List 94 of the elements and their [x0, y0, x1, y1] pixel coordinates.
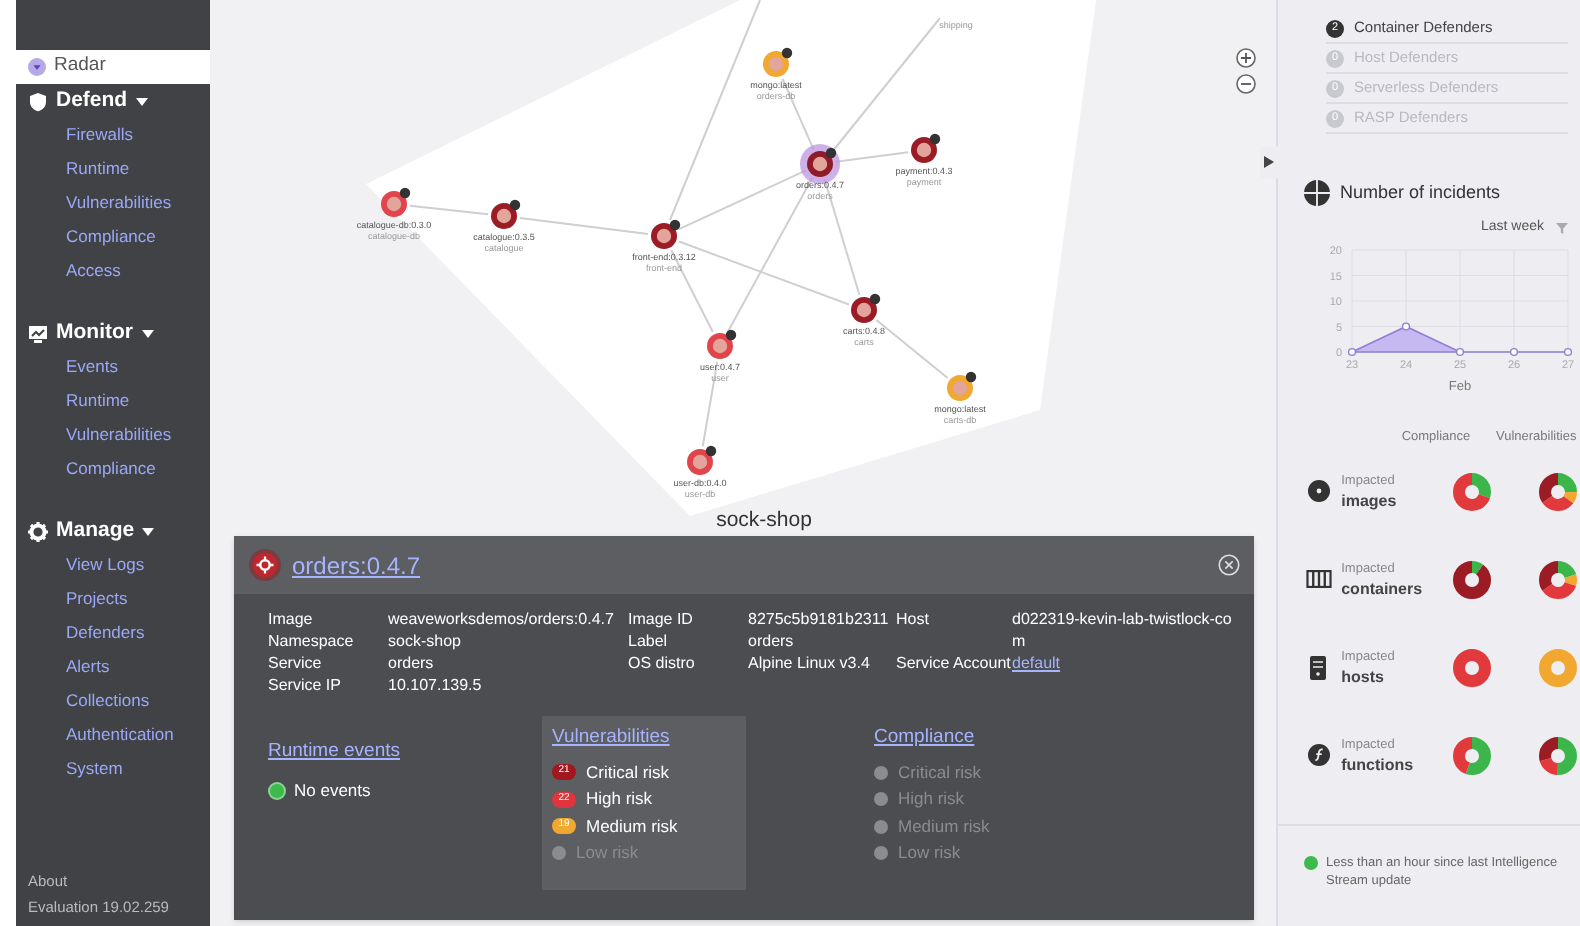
field-value: weaveworksdemos/orders:0.4.7: [388, 608, 616, 630]
row-label: containers: [1341, 579, 1425, 600]
service-node[interactable]: [851, 293, 881, 323]
nav-link[interactable]: Access: [16, 254, 210, 288]
service-node[interactable]: [947, 371, 977, 401]
nav-link[interactable]: View Logs: [16, 548, 210, 582]
service-node[interactable]: [381, 187, 411, 217]
nav-link[interactable]: Events: [16, 350, 210, 384]
connector-line: [518, 217, 650, 235]
field-value: Alpine Linux v3.4: [748, 652, 872, 674]
section-link[interactable]: Runtime events: [268, 740, 401, 762]
nav-link[interactable]: Vulnerabilities: [16, 418, 210, 452]
risk-item: Medium risk: [874, 812, 990, 840]
connector-line: [408, 204, 490, 216]
nav-section-header[interactable]: Manage: [16, 514, 210, 548]
nav-link[interactable]: Projects: [16, 582, 210, 616]
service-node[interactable]: [491, 199, 521, 229]
zoom-out-icon[interactable]: [1236, 74, 1256, 94]
data-point: [1401, 322, 1411, 331]
risk-item: Low risk: [874, 839, 990, 867]
nav-section-header[interactable]: Defend: [16, 84, 210, 118]
donut-chart-drawing: [1449, 733, 1494, 778]
donut-chart-drawing: [1449, 557, 1494, 602]
donut-chart-drawing: [1536, 733, 1580, 778]
zoom-in-icon[interactable]: [1236, 48, 1256, 68]
data-point: [1509, 347, 1519, 357]
caret-icon: [142, 525, 155, 537]
field-value: sock-shop: [388, 630, 463, 652]
donut-chart-drawing: [1536, 469, 1580, 514]
globe-icon: [1304, 180, 1330, 207]
field-link[interactable]: default: [1012, 652, 1232, 674]
service-node[interactable]: [911, 133, 941, 163]
row-label: images: [1341, 491, 1399, 512]
field-value: orders: [748, 630, 796, 652]
row-label: hosts: [1341, 667, 1386, 688]
data-point: [1347, 347, 1357, 357]
field-value: d022319-kevin-lab-twistlock-com: [1012, 608, 1232, 652]
field-value: 10.107.139.5: [388, 674, 484, 696]
field-label: Service IP: [268, 674, 343, 696]
field-value: orders: [388, 652, 436, 674]
nav-link[interactable]: Authentication: [16, 718, 210, 752]
nav-item[interactable]: Radar: [16, 50, 210, 84]
field-label: Image: [268, 608, 315, 630]
gear-icon: [28, 521, 48, 541]
nav-section-header[interactable]: Monitor: [16, 316, 210, 350]
field-label: Namespace: [268, 630, 356, 652]
data-point: [1563, 347, 1573, 357]
caret-icon: [135, 95, 148, 107]
nav-link[interactable]: Collections: [16, 684, 210, 718]
panel-title: Number of incidents: [1340, 180, 1501, 206]
service-node[interactable]: [763, 47, 793, 77]
section-link[interactable]: Vulnerabilities: [552, 724, 736, 753]
container-icon: [1305, 570, 1332, 589]
field-label: OS distro: [628, 652, 697, 674]
nav-link[interactable]: Compliance: [16, 220, 210, 254]
field-label: Service: [268, 652, 324, 674]
close-icon[interactable]: [1218, 554, 1240, 576]
service-node[interactable]: [651, 219, 681, 249]
nav-link[interactable]: Defenders: [16, 616, 210, 650]
shield-icon: [28, 91, 48, 111]
nav-link[interactable]: Vulnerabilities: [16, 186, 210, 220]
field-value: 8275c5b9181b2311: [748, 608, 891, 630]
radar-icon: [28, 58, 46, 76]
status-text: No events: [294, 778, 371, 804]
service-node[interactable]: [687, 445, 717, 475]
service-node-icon: [248, 548, 282, 582]
row-label: functions: [1341, 755, 1416, 776]
monitor-icon: [28, 323, 48, 343]
field-label: Host: [896, 608, 931, 632]
nav-link[interactable]: Runtime: [16, 384, 210, 418]
donut-chart-drawing: [1536, 645, 1580, 690]
nav-link[interactable]: Runtime: [16, 152, 210, 186]
service-title-link[interactable]: orders:0.4.7: [292, 547, 421, 583]
function-icon: [1307, 744, 1330, 767]
nav-link[interactable]: Compliance: [16, 452, 210, 486]
risk-item: High risk: [874, 785, 990, 813]
section-link[interactable]: Compliance: [874, 724, 990, 753]
donut-chart-drawing: [1449, 469, 1494, 514]
donut-chart-drawing: [1536, 557, 1580, 602]
data-point: [1455, 347, 1465, 357]
field-label: Label: [628, 630, 670, 652]
service-node[interactable]: [800, 144, 840, 184]
donut-chart-drawing: [1449, 645, 1494, 690]
field-label: Image ID: [628, 608, 695, 630]
service-node[interactable]: [707, 329, 737, 359]
nav-link[interactable]: Firewalls: [16, 118, 210, 152]
field-label: Service Account: [896, 652, 1012, 674]
caret-icon: [141, 327, 153, 339]
server-icon: [1310, 655, 1327, 680]
namespace-label: sock-shop: [716, 508, 812, 532]
disc-icon: [1307, 480, 1330, 503]
risk-item: Critical risk: [874, 758, 990, 786]
nav-link[interactable]: Alerts: [16, 650, 210, 684]
nav-link[interactable]: System: [16, 752, 210, 786]
